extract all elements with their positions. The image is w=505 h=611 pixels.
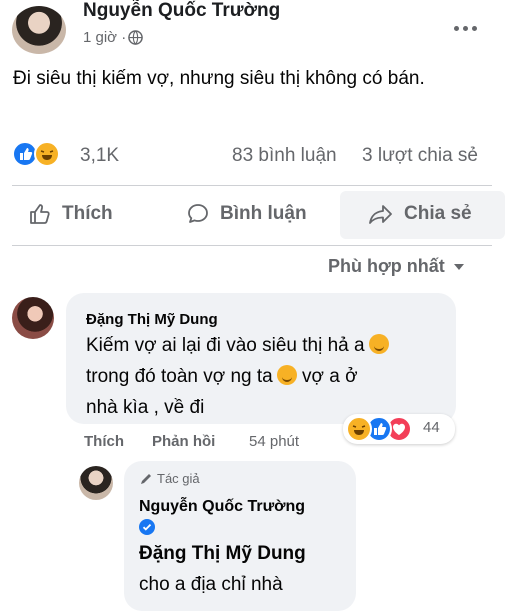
verified-badge-icon	[139, 519, 155, 535]
comment-like-link[interactable]: Thích	[84, 433, 124, 450]
comment-line-2: trong đó toàn vợ ng ta vợ a ở	[86, 365, 358, 387]
more-options-icon[interactable]	[450, 18, 477, 36]
commenter-avatar[interactable]	[12, 297, 54, 339]
like-button-label: Thích	[62, 203, 113, 224]
relieved-emoji-icon	[368, 334, 389, 354]
comments-count[interactable]: 83 bình luận	[232, 145, 337, 167]
sort-label: Phù hợp nhất	[328, 256, 445, 276]
author-badge: Tác giả	[139, 471, 200, 486]
caret-down-icon	[453, 263, 464, 270]
reply-author-avatar[interactable]	[79, 466, 113, 500]
comment-line-3: nhà kìa , về đi	[86, 397, 205, 418]
comment-icon	[188, 204, 208, 223]
comment-line-1: Kiếm vợ ai lại đi vào siêu thị hả a	[86, 330, 389, 361]
reaction-count[interactable]: 3,1K	[80, 145, 119, 167]
like-button[interactable]: Thích	[28, 202, 113, 226]
pencil-icon	[141, 473, 151, 484]
reply-author[interactable]: Nguyễn Quốc Trường	[139, 498, 305, 516]
comment-time[interactable]: 54 phút	[249, 433, 299, 450]
post-author-name[interactable]: Nguyễn Quốc Trường	[83, 0, 280, 22]
post-text: Đi siêu thị kiếm vợ, nhưng siêu thị khôn…	[13, 68, 425, 89]
share-button[interactable]: Chia sẻ	[368, 202, 472, 226]
globe-icon	[128, 30, 143, 45]
comment-reply-link[interactable]: Phản hồi	[152, 433, 215, 450]
share-icon	[369, 205, 392, 224]
comment-button[interactable]: Bình luận	[186, 202, 307, 226]
divider	[12, 185, 492, 186]
author-avatar[interactable]	[12, 6, 66, 54]
reaction-icons[interactable]	[12, 141, 66, 169]
post-time[interactable]: 1 giờ ·	[83, 29, 126, 46]
thumb-up-icon	[30, 204, 50, 224]
share-button-label: Chia sẻ	[404, 203, 472, 224]
comment-reactions[interactable]: 44	[343, 414, 455, 444]
haha-reaction-icon	[346, 416, 372, 442]
shares-count[interactable]: 3 lượt chia sẻ	[362, 145, 478, 167]
divider	[12, 245, 492, 246]
grin-emoji-icon	[276, 365, 297, 385]
reply-text: cho a địa chỉ nhà	[139, 574, 283, 595]
post-meta: 1 giờ ·	[83, 29, 143, 46]
reply-mention[interactable]: Đặng Thị Mỹ Dung	[139, 543, 306, 565]
comment-reaction-count: 44	[423, 419, 440, 436]
haha-reaction-icon	[34, 141, 60, 167]
comment-button-label: Bình luận	[220, 203, 307, 224]
comment-author[interactable]: Đặng Thị Mỹ Dung	[86, 311, 218, 328]
comment-sort-dropdown[interactable]: Phù hợp nhất	[328, 256, 465, 277]
